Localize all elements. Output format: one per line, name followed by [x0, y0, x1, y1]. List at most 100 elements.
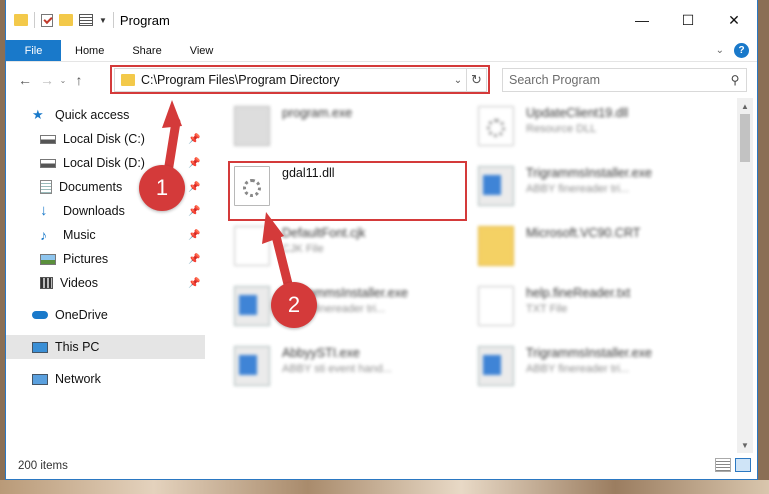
- up-arrow-icon[interactable]: ↑: [68, 72, 90, 88]
- sidebar-item-local-disk-c[interactable]: Local Disk (C:) 📌: [6, 127, 205, 151]
- sidebar-item-onedrive[interactable]: OneDrive: [6, 303, 205, 327]
- sidebar-item-label: Videos: [60, 276, 98, 290]
- file-name: program.exe: [282, 106, 353, 120]
- title-bar: ▼ Program — ☐ ✕: [6, 0, 757, 40]
- scroll-up-icon[interactable]: ▲: [737, 98, 753, 114]
- list-item[interactable]: AbbyySTI.exe ABBY sti event hand...: [234, 342, 474, 392]
- list-item[interactable]: TrigrammsInstaller.exe ABBY finereader tr…: [234, 282, 474, 332]
- sidebar-item-label: OneDrive: [55, 308, 108, 322]
- ribbon-tabs: File Home Share View ⌄ ?: [6, 40, 757, 62]
- recent-locations-caret-icon[interactable]: ⌄: [58, 76, 68, 85]
- forward-arrow-icon[interactable]: →: [36, 72, 58, 88]
- properties-icon[interactable]: [79, 14, 93, 26]
- file-type: Resource DLL: [526, 123, 597, 135]
- sidebar-item-pictures[interactable]: Pictures 📌: [6, 247, 205, 271]
- list-item[interactable]: Microsoft.VC90.CRT: [478, 222, 718, 272]
- sidebar-item-label: Local Disk (D:): [63, 156, 145, 170]
- maximize-button[interactable]: ☐: [665, 0, 711, 40]
- drive-icon: [40, 158, 56, 168]
- file-list: program.exe UpdateClient19.dll Resource D…: [214, 98, 737, 453]
- new-folder-icon[interactable]: [59, 14, 73, 26]
- file-highlight-box: [228, 161, 467, 221]
- toolbar-divider: [112, 12, 114, 28]
- list-item[interactable]: UpdateClient19.dll Resource DLL: [478, 102, 718, 152]
- file-name: AbbyySTI.exe: [282, 346, 360, 360]
- window-title: Program: [119, 12, 170, 28]
- pin-icon[interactable]: 📌: [188, 182, 200, 193]
- sidebar-item-quick-access[interactable]: ★ Quick access: [6, 103, 205, 127]
- sidebar-item-label: Downloads: [63, 204, 125, 218]
- music-icon: ♪: [40, 227, 47, 243]
- customize-caret-icon[interactable]: ▼: [99, 16, 107, 25]
- list-item[interactable]: TrigrammsInstaller.exe ABBY finereader tr…: [478, 342, 718, 392]
- properties-check-icon[interactable]: [41, 13, 53, 27]
- pin-icon[interactable]: 📌: [188, 158, 200, 169]
- scrollbar-thumb[interactable]: [740, 114, 750, 162]
- file-type: TXT File: [526, 303, 568, 315]
- minimize-button[interactable]: —: [619, 0, 665, 40]
- sidebar-item-music[interactable]: ♪ Music 📌: [6, 223, 205, 247]
- pin-icon[interactable]: 📌: [188, 278, 200, 289]
- drive-icon: [40, 134, 56, 144]
- file-type: ABBY finereader tri...: [526, 183, 630, 195]
- navigation-pane: ★ Quick access Local Disk (C:) 📌 Local D…: [6, 98, 205, 453]
- list-item[interactable]: program.exe: [234, 102, 474, 152]
- search-icon[interactable]: ⚲: [724, 73, 746, 87]
- navigation-bar: ← → ⌄ ↑ C:\Program Files\Program Directo…: [6, 62, 757, 98]
- file-name: help.fineReader.txt: [526, 286, 631, 300]
- list-item[interactable]: TrigrammsInstaller.exe ABBY finereader tr…: [478, 162, 718, 212]
- quick-access-toolbar: ▼: [6, 0, 114, 40]
- help-icon[interactable]: ?: [734, 43, 749, 58]
- search-input[interactable]: Search Program: [509, 73, 724, 87]
- pin-icon[interactable]: 📌: [188, 254, 200, 265]
- sidebar-item-videos[interactable]: Videos 📌: [6, 271, 205, 295]
- tab-file[interactable]: File: [6, 40, 61, 61]
- file-name: UpdateClient19.dll: [526, 106, 629, 120]
- tab-share[interactable]: Share: [118, 40, 175, 61]
- list-item[interactable]: help.fineReader.txt TXT File: [478, 282, 718, 332]
- tab-home[interactable]: Home: [61, 40, 118, 61]
- computer-icon: [32, 341, 48, 353]
- installer-file-icon: [478, 346, 514, 386]
- sidebar-item-label: Documents: [59, 180, 123, 194]
- installer-file-icon: [234, 286, 270, 326]
- address-highlight-box: [110, 65, 490, 94]
- item-count: 200 items: [18, 460, 68, 472]
- file-name: TrigrammsInstaller.exe: [526, 166, 652, 180]
- documents-icon: [40, 180, 52, 194]
- folder-icon: [14, 14, 28, 26]
- installer-file-icon: [478, 166, 514, 206]
- folder-icon: [478, 226, 514, 266]
- tab-view[interactable]: View: [176, 40, 228, 61]
- expand-ribbon-chevron-icon[interactable]: ⌄: [716, 45, 724, 56]
- search-box[interactable]: Search Program ⚲: [502, 68, 747, 92]
- close-button[interactable]: ✕: [711, 0, 757, 40]
- pictures-icon: [40, 253, 56, 265]
- pin-icon[interactable]: 📌: [188, 230, 200, 241]
- back-arrow-icon[interactable]: ←: [14, 72, 36, 88]
- details-view-icon[interactable]: [715, 458, 731, 472]
- pin-icon[interactable]: 📌: [188, 134, 200, 145]
- sidebar-item-network[interactable]: Network: [6, 367, 205, 391]
- sidebar-item-label: Pictures: [63, 252, 109, 266]
- pin-icon[interactable]: 📌: [188, 206, 200, 217]
- network-icon: [32, 373, 48, 385]
- exe-file-icon: [234, 106, 270, 146]
- vertical-scrollbar[interactable]: ▲ ▼: [737, 98, 753, 453]
- sidebar-item-label: Local Disk (C:): [63, 132, 145, 146]
- videos-icon: [40, 277, 53, 289]
- file-name: DefaultFont.cjk: [282, 226, 366, 240]
- text-file-icon: [478, 286, 514, 326]
- cloud-icon: [32, 311, 48, 319]
- scroll-down-icon[interactable]: ▼: [737, 437, 753, 453]
- dll-file-icon: [478, 106, 514, 146]
- sidebar-item-label: Music: [63, 228, 96, 242]
- sidebar-item-this-pc[interactable]: This PC: [6, 335, 205, 359]
- list-item[interactable]: DefaultFont.cjk CJK File: [234, 222, 474, 272]
- download-icon: ↓: [40, 202, 48, 219]
- content-area: ★ Quick access Local Disk (C:) 📌 Local D…: [6, 98, 757, 453]
- file-name: Microsoft.VC90.CRT: [526, 226, 641, 240]
- sidebar-item-label: Quick access: [55, 108, 130, 122]
- cjk-file-icon: [234, 226, 270, 266]
- large-icons-view-icon[interactable]: [735, 458, 751, 472]
